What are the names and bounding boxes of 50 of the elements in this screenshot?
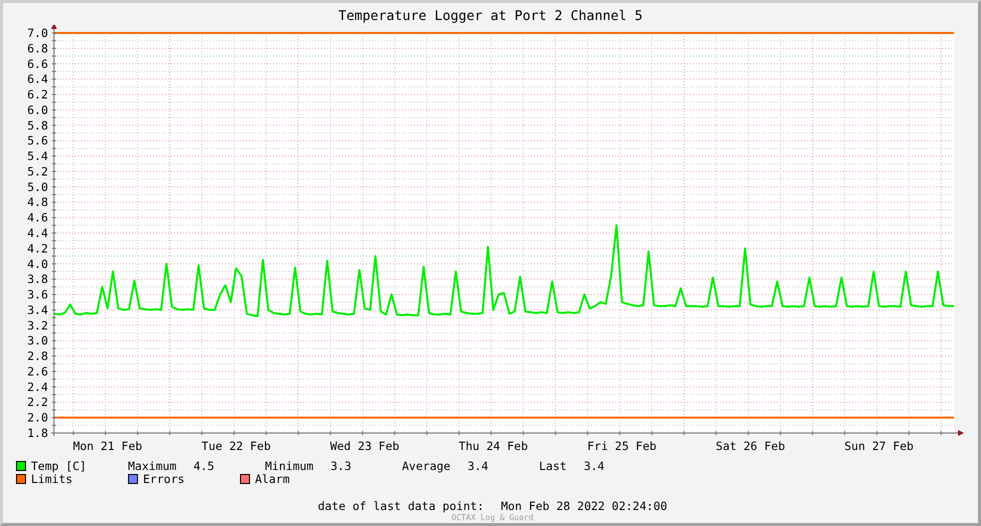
chart-title: Temperature Logger at Port 2 Channel 5 <box>338 9 643 25</box>
last-data-label: date of last data point: <box>318 499 484 513</box>
stat-value: 3.4 <box>467 458 488 472</box>
y-tick-label: 6.0 <box>27 102 48 117</box>
y-tick-label: 4.6 <box>27 210 48 225</box>
y-tick-label: 5.8 <box>27 118 48 132</box>
x-tick-label: Tue 22 Feb <box>202 439 271 453</box>
x-tick-label: Fri 25 Feb <box>587 439 656 453</box>
stat-label: Maximum <box>128 458 176 472</box>
legend-label: Temp [C] <box>31 458 86 472</box>
y-tick-label: 3.6 <box>27 288 48 302</box>
y-tick-label: 6.4 <box>27 72 48 86</box>
stat-label: Last <box>539 458 567 472</box>
last-data-date: Mon Feb 28 2022 02:24:00 <box>501 499 668 513</box>
stat-label: Minimum <box>265 458 314 472</box>
y-tick-label: 2.0 <box>27 410 48 425</box>
y-tick-label: 4.4 <box>27 226 48 240</box>
stat-value: 4.5 <box>193 458 214 472</box>
x-tick-label: Wed 23 Feb <box>330 439 400 453</box>
x-tick-label: Sat 26 Feb <box>716 439 786 453</box>
y-tick-label: 5.0 <box>27 180 48 194</box>
x-tick-label: Thu 24 Feb <box>458 439 528 453</box>
y-tick-label: 5.6 <box>27 134 48 148</box>
stat-label: Average <box>402 458 450 472</box>
y-tick-label: 3.2 <box>27 318 48 332</box>
y-tick-label: 2.2 <box>27 395 48 410</box>
legend-label: Alarm <box>255 472 290 486</box>
y-tick-label: 6.8 <box>27 41 48 56</box>
y-tick-label: 2.6 <box>27 364 48 378</box>
x-tick-label: Sun 27 Feb <box>844 439 914 453</box>
footer-credit: OCTAX Log & Guard <box>452 513 534 522</box>
y-tick-label: 7.0 <box>27 26 48 40</box>
y-tick-label: 4.8 <box>27 195 48 210</box>
y-tick-label: 6.2 <box>27 88 48 102</box>
y-tick-label: 2.8 <box>27 349 48 364</box>
legend-label: Errors <box>143 472 185 486</box>
x-tick-label: Mon 21 Feb <box>72 439 142 453</box>
y-tick-label: 2.4 <box>27 380 48 394</box>
stat-value: 3.3 <box>330 458 352 472</box>
y-tick-label: 6.6 <box>27 56 48 71</box>
y-tick-label: 3.0 <box>27 334 48 348</box>
y-tick-label: 4.0 <box>27 256 48 271</box>
stat-value: 3.4 <box>584 458 604 472</box>
y-tick-label: 5.2 <box>27 164 48 178</box>
y-tick-label: 5.4 <box>27 149 48 164</box>
y-tick-label: 1.8 <box>27 426 48 440</box>
y-tick-label: 4.2 <box>27 241 48 256</box>
y-tick-label: 3.4 <box>27 302 48 317</box>
y-tick-label: 3.8 <box>27 272 48 286</box>
legend-label: Limits <box>31 472 73 486</box>
